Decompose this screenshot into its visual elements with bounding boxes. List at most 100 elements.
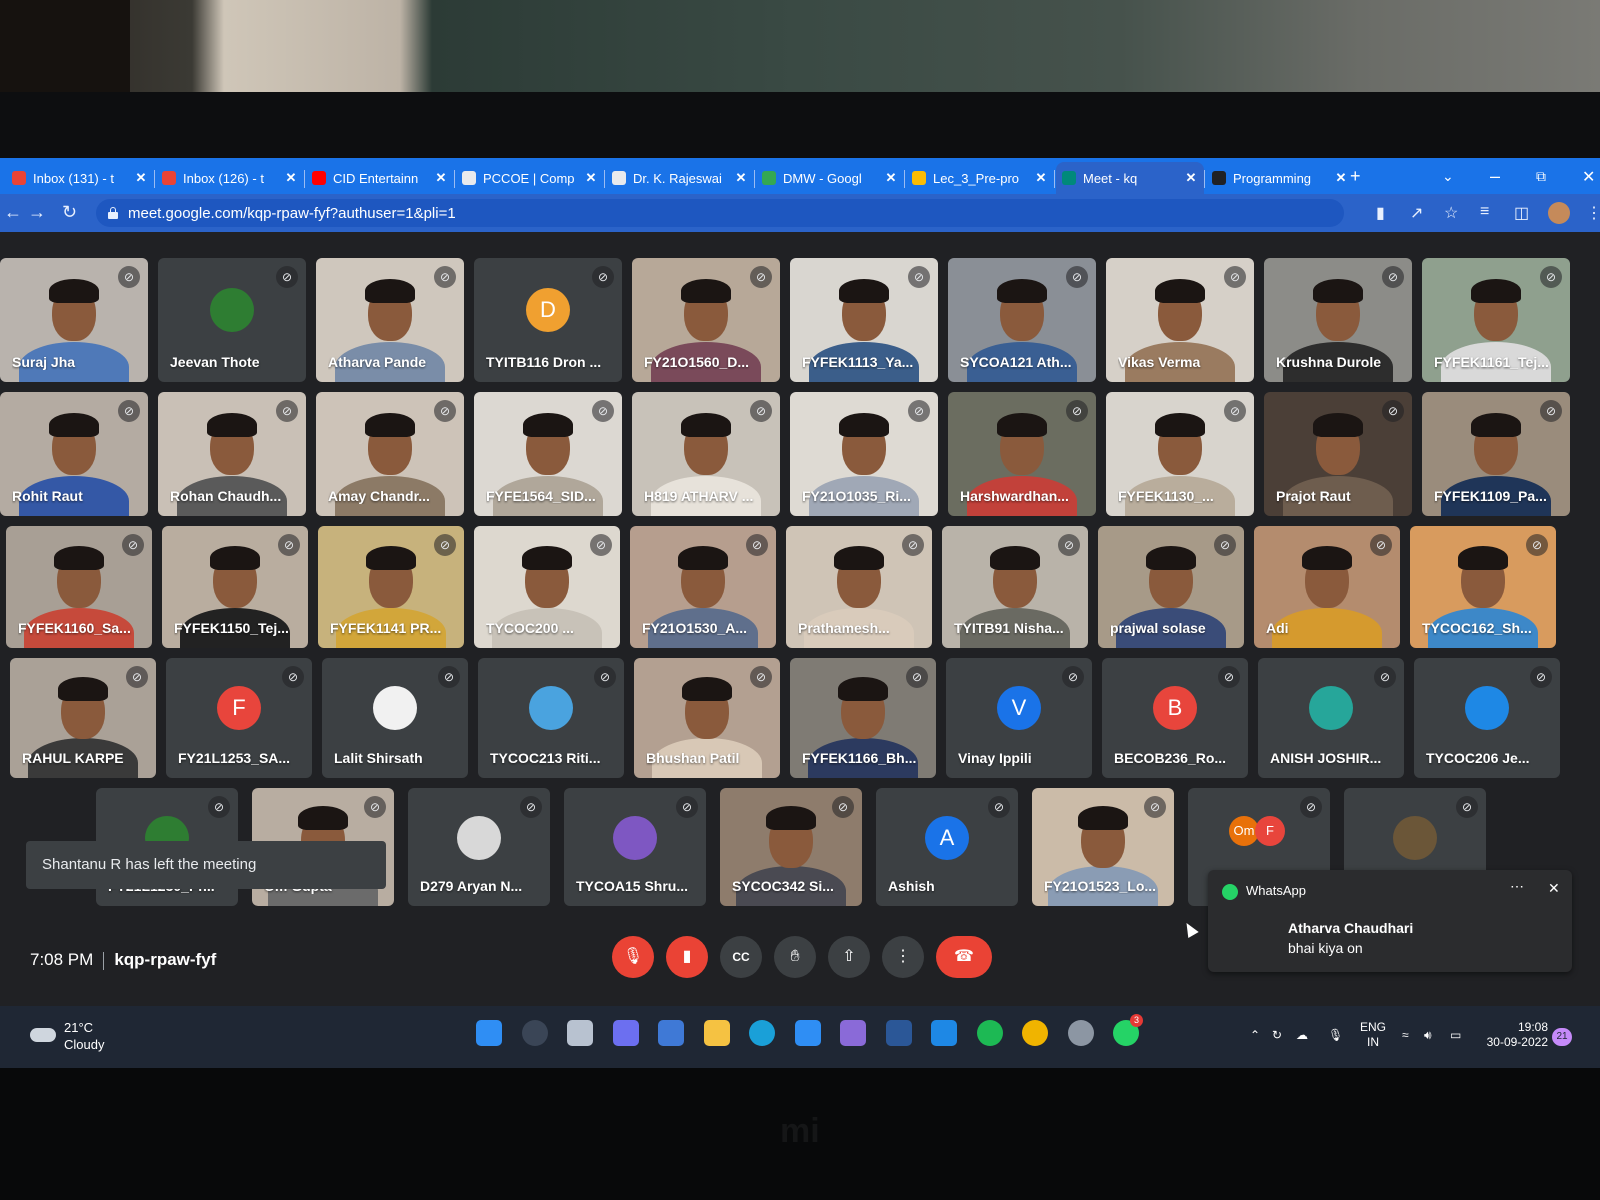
whatsapp-notification[interactable]: WhatsApp ⋯ ✕ Atharva Chaudhari bhai kiya…: [1208, 870, 1572, 972]
participant-tile[interactable]: ⊘ H819 ATHARV ...: [632, 392, 780, 516]
participant-tile[interactable]: ⊘ FYFEK1160_Sa...: [6, 526, 152, 648]
participant-tile[interactable]: ⊘ TYCOA15 Shru...: [564, 788, 706, 906]
browser-tab[interactable]: DMW - Googl ✕: [756, 162, 904, 194]
participant-tile[interactable]: ⊘ FY21O1560_D...: [632, 258, 780, 382]
notification-center-badge[interactable]: 21: [1552, 1028, 1572, 1046]
participant-tile[interactable]: ⊘ TYCOC200 ...: [474, 526, 620, 648]
reload-icon[interactable]: ↻: [62, 202, 77, 223]
participant-tile[interactable]: ⊘ FYFEK1130_...: [1106, 392, 1254, 516]
back-icon[interactable]: ←: [4, 202, 22, 223]
volume-icon[interactable]: 🔊︎: [1424, 1028, 1432, 1043]
tab-search-icon[interactable]: ⌄: [1442, 168, 1454, 185]
participant-tile[interactable]: ⊘ Suraj Jha: [0, 258, 148, 382]
participant-tile[interactable]: ⊘ Prathamesh...: [786, 526, 932, 648]
onedrive-icon[interactable]: ☁: [1296, 1028, 1308, 1042]
taskbar-clock[interactable]: 19:08 30-09-2022: [1476, 1020, 1548, 1050]
address-bar[interactable]: meet.google.com/kqp-rpaw-fyf?authuser=1&…: [96, 199, 1344, 227]
participant-tile[interactable]: ⊘ prajwal solase: [1098, 526, 1244, 648]
mail-icon[interactable]: [931, 1020, 957, 1046]
participant-tile[interactable]: ⊘ TYCOC213 Riti...: [478, 658, 624, 778]
tab-close-icon[interactable]: ✕: [734, 170, 748, 186]
wifi-icon[interactable]: ≈: [1402, 1028, 1409, 1042]
participant-tile[interactable]: ⊘ Jeevan Thote: [158, 258, 306, 382]
browser-tab[interactable]: Inbox (126) - t ✕: [156, 162, 304, 194]
participant-tile[interactable]: ⊘ RAHUL KARPE: [10, 658, 156, 778]
more-options-button[interactable]: ⋮: [882, 936, 924, 978]
participant-tile[interactable]: F ⊘ FY21L1253_SA...: [166, 658, 312, 778]
address-url[interactable]: meet.google.com/kqp-rpaw-fyf?authuser=1&…: [128, 205, 456, 222]
leave-call-button[interactable]: ☎︎: [936, 936, 992, 978]
share-icon[interactable]: ↗: [1410, 203, 1423, 223]
participant-tile[interactable]: ⊘ Lalit Shirsath: [322, 658, 468, 778]
menu-kebab-icon[interactable]: ⋮: [1586, 203, 1600, 223]
participant-tile[interactable]: ⊘ SYCOA121 Ath...: [948, 258, 1096, 382]
participant-tile[interactable]: ⊘ FYFEK1161_Tej...: [1422, 258, 1570, 382]
tab-close-icon[interactable]: ✕: [1034, 170, 1048, 186]
participant-tile[interactable]: ⊘ Harshwardhan...: [948, 392, 1096, 516]
search-icon[interactable]: [521, 1020, 548, 1046]
mic-tray-icon[interactable]: 🎙︎: [1328, 1028, 1343, 1042]
notification-more-icon[interactable]: ⋯: [1510, 878, 1524, 895]
present-screen-button[interactable]: ⇧: [828, 936, 870, 978]
file-explorer-icon[interactable]: [703, 1020, 730, 1046]
mic-off-button[interactable]: 🎙︎: [612, 936, 654, 978]
browser-tab[interactable]: Meet - kq ✕: [1056, 162, 1204, 194]
participant-tile[interactable]: ⊘ Rohan Chaudh...: [158, 392, 306, 516]
participant-tile[interactable]: ⊘ FY21O1035_Ri...: [790, 392, 938, 516]
participant-tile[interactable]: ⊘ Adi: [1254, 526, 1400, 648]
edge-icon[interactable]: [749, 1020, 775, 1046]
raise-hand-button[interactable]: ✋︎: [774, 936, 816, 978]
battery-icon[interactable]: ▭: [1450, 1028, 1461, 1042]
browser-tab[interactable]: Inbox (131) - t ✕: [6, 162, 154, 194]
participant-tile[interactable]: V ⊘ Vinay Ippili: [946, 658, 1092, 778]
participant-tile[interactable]: ⊘ FYFEK1109_Pa...: [1422, 392, 1570, 516]
reading-list-icon[interactable]: ≡: [1480, 203, 1489, 221]
bookmark-star-icon[interactable]: ☆: [1444, 203, 1458, 223]
tab-close-icon[interactable]: ✕: [284, 170, 298, 186]
participant-tile[interactable]: ⊘ FYFEK1166_Bh...: [790, 658, 936, 778]
meeting-code[interactable]: kqp-rpaw-fyf: [114, 950, 216, 969]
participant-tile[interactable]: ⊘ FYFEK1150_Tej...: [162, 526, 308, 648]
notification-close-icon[interactable]: ✕: [1548, 880, 1560, 897]
restore-icon[interactable]: ⧉: [1536, 168, 1546, 185]
tray-overflow-icon[interactable]: ⌃: [1250, 1028, 1260, 1042]
language-indicator[interactable]: ENG IN: [1360, 1020, 1386, 1050]
app-icon[interactable]: [840, 1020, 866, 1046]
browser-tab[interactable]: PCCOE | Comp ✕: [456, 162, 604, 194]
minimize-icon[interactable]: –: [1490, 166, 1500, 187]
participant-tile[interactable]: D ⊘ TYITB116 Dron ...: [474, 258, 622, 382]
tab-close-icon[interactable]: ✕: [1184, 170, 1198, 186]
participant-tile[interactable]: A ⊘ Ashish: [876, 788, 1018, 906]
tab-close-icon[interactable]: ✕: [884, 170, 898, 186]
tab-close-icon[interactable]: ✕: [434, 170, 448, 186]
close-window-icon[interactable]: ✕: [1582, 167, 1595, 187]
participant-tile[interactable]: ⊘ ANISH JOSHIR...: [1258, 658, 1404, 778]
participant-tile[interactable]: ⊘ FYFEK1141 PR...: [318, 526, 464, 648]
sync-icon[interactable]: ↻: [1272, 1028, 1282, 1042]
profile-avatar[interactable]: [1548, 202, 1570, 224]
participant-tile[interactable]: ⊘ FY21O1523_Lo...: [1032, 788, 1174, 906]
participant-tile[interactable]: ⊘ Vikas Verma: [1106, 258, 1254, 382]
participant-tile[interactable]: ⊘ Atharva Pande: [316, 258, 464, 382]
participant-tile[interactable]: ⊘ Amay Chandr...: [316, 392, 464, 516]
participant-tile[interactable]: ⊘ SYCOC342 Si...: [720, 788, 862, 906]
participant-tile[interactable]: ⊘ Krushna Durole: [1264, 258, 1412, 382]
participant-tile[interactable]: ⊘ TYCOC162_Sh...: [1410, 526, 1556, 648]
camera-off-button[interactable]: ▮: [666, 936, 708, 978]
settings-icon[interactable]: [1067, 1020, 1094, 1046]
browser-tab[interactable]: Dr. K. Rajeswai ✕: [606, 162, 754, 194]
participant-tile[interactable]: B ⊘ BECOB236_Ro...: [1102, 658, 1248, 778]
participant-tile[interactable]: ⊘ FYFE1564_SID...: [474, 392, 622, 516]
tab-close-icon[interactable]: ✕: [134, 170, 148, 186]
participant-tile[interactable]: ⊘ FY21O1530_A...: [630, 526, 776, 648]
participant-tile[interactable]: ⊘ Prajot Raut: [1264, 392, 1412, 516]
side-panel-icon[interactable]: ◫: [1514, 203, 1529, 223]
participant-tile[interactable]: ⊘ TYCOC206 Je...: [1414, 658, 1560, 778]
word-icon[interactable]: [885, 1020, 912, 1046]
browser-tab[interactable]: CID Entertainn ✕: [306, 162, 454, 194]
new-tab-button[interactable]: +: [1350, 166, 1361, 187]
participant-tile[interactable]: ⊘ TYITB91 Nisha...: [942, 526, 1088, 648]
participant-tile[interactable]: ⊘ D279 Aryan N...: [408, 788, 550, 906]
browser-tab[interactable]: Lec_3_Pre-pro ✕: [906, 162, 1054, 194]
widgets-icon[interactable]: [658, 1020, 684, 1046]
